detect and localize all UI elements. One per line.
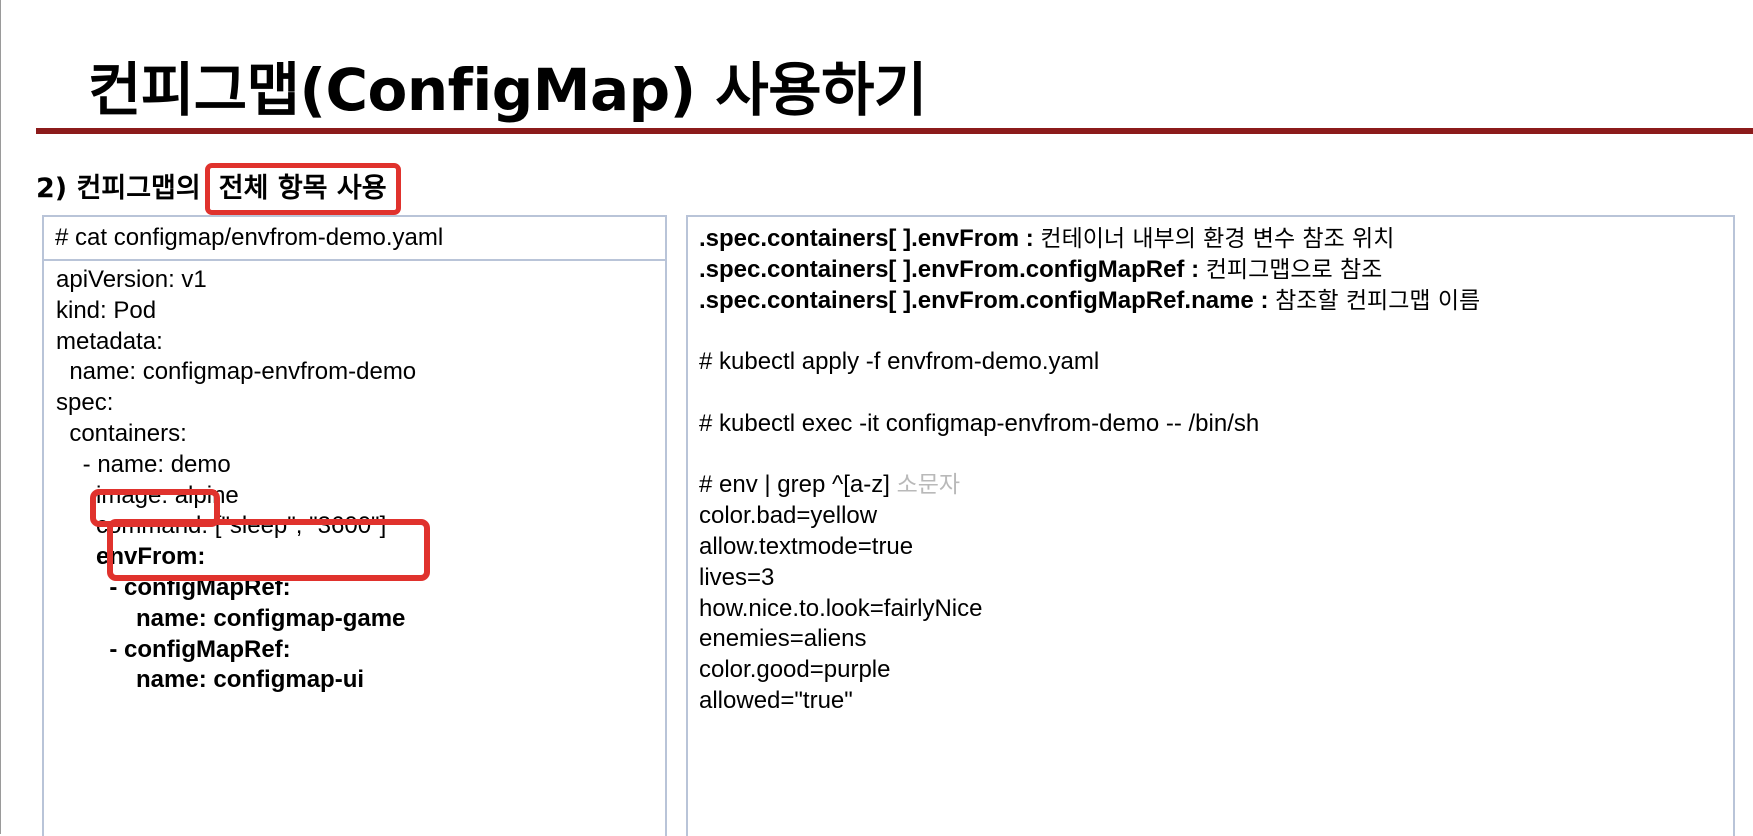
yaml-line: kind: Pod	[56, 296, 157, 324]
field-desc: 참조할 컨피그맵 이름	[1275, 287, 1481, 314]
yaml-line: containers:	[56, 419, 187, 447]
yaml-line-configmap-ui: name: configmap-ui	[56, 666, 365, 694]
section-subtitle: 2) 컨피그맵의 전체 항목 사용	[36, 163, 401, 215]
yaml-line: apiVersion: v1	[56, 266, 207, 293]
yaml-panel: # cat configmap/envfrom-demo.yaml apiVer…	[42, 215, 667, 836]
yaml-line-configmap-game: name: configmap-game	[56, 604, 406, 632]
configmap-game-highlight-box	[107, 519, 430, 581]
explanation-content: .spec.containers[ ].envFrom : 컨테이너 내부의 환…	[699, 224, 1480, 717]
exec-command: # kubectl exec -it configmap-envfrom-dem…	[699, 409, 1260, 437]
yaml-line-configmapref: - configMapRef:	[56, 635, 291, 663]
env-output-line: how.nice.to.look=fairlyNice	[699, 594, 983, 622]
field-envfrom: .spec.containers[ ].envFrom : 컨테이너 내부의 환…	[699, 224, 1480, 255]
yaml-line: metadata:	[56, 327, 163, 355]
env-command: # env | grep ^[a-z] 소문자	[699, 470, 1480, 501]
field-desc: 컨피그맵으로 참조	[1205, 256, 1383, 283]
yaml-line: name: configmap-envfrom-demo	[56, 358, 417, 386]
slide-left-edge	[0, 0, 1, 834]
field-desc: 컨테이너 내부의 환경 변수 참조 위치	[1040, 226, 1395, 252]
title-underline	[36, 128, 1753, 134]
env-output-line: color.bad=yellow	[699, 502, 878, 530]
field-key: .spec.containers[ ].envFrom :	[699, 225, 1034, 252]
field-configmapref: .spec.containers[ ].envFrom.configMapRef…	[699, 255, 1480, 286]
env-output-line: lives=3	[699, 563, 775, 591]
env-command-note: 소문자	[896, 472, 961, 499]
field-key: .spec.containers[ ].envFrom.configMapRef…	[699, 255, 1200, 283]
env-command-text: # env | grep ^[a-z]	[699, 471, 890, 499]
env-output-line: enemies=aliens	[699, 625, 867, 653]
yaml-panel-header: # cat configmap/envfrom-demo.yaml	[44, 217, 665, 261]
env-output-line: allow.textmode=true	[699, 532, 914, 560]
yaml-code-block: apiVersion: v1 kind: Pod metadata: name:…	[56, 265, 416, 696]
field-configmapref-name: .spec.containers[ ].envFrom.configMapRef…	[699, 286, 1480, 317]
subtitle-prefix: 2) 컨피그맵의	[36, 173, 201, 204]
yaml-line: spec:	[56, 389, 114, 417]
yaml-line: - name: demo	[56, 450, 231, 478]
subtitle-highlight: 전체 항목 사용	[204, 163, 401, 215]
field-key: .spec.containers[ ].envFrom.configMapRef…	[699, 286, 1269, 314]
slide-title: 컨피그맵(ConfigMap) 사용하기	[88, 56, 927, 124]
env-output-line: allowed="true"	[699, 686, 853, 714]
env-output-line: color.good=purple	[699, 656, 891, 684]
apply-command: # kubectl apply -f envfrom-demo.yaml	[699, 348, 1100, 376]
explanation-panel: .spec.containers[ ].envFrom : 컨테이너 내부의 환…	[686, 215, 1735, 836]
